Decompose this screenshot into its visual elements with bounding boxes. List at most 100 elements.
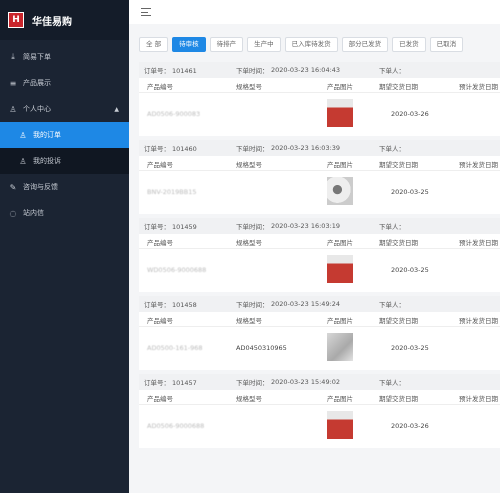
tab-in-production[interactable]: 生产中 (247, 37, 281, 52)
order-no-label: 订单号： (144, 379, 170, 387)
delivery-date: 2020-03-26 (391, 110, 429, 118)
delivery-date: 2020-03-25 (391, 188, 429, 196)
main-content: 全 部 待审核 待排产 生产中 已入库待发货 部分已发货 已发货 已取消 订单号… (129, 0, 500, 493)
order-header: 订单号： 101461 下单时间： 2020-03-23 16:04:43 下单人… (139, 62, 500, 78)
product-code: AD0500-161-968 (147, 344, 203, 352)
col-ship: 预计发货日期 (459, 239, 498, 247)
sidebar-item-personal-center[interactable]: ♙ 个人中心 ▲ (0, 96, 129, 122)
order-time: 2020-03-23 16:03:19 (271, 222, 341, 230)
sidebar-item-label: 产品展示 (23, 79, 51, 87)
col-ship: 预计发货日期 (459, 161, 498, 169)
hamburger-icon[interactable] (141, 8, 151, 16)
order-no-label: 订单号： (144, 301, 170, 309)
col-ship: 预计发货日期 (459, 317, 498, 325)
orderer-label: 下单人： (379, 67, 405, 75)
order-number: 101457 (172, 379, 197, 387)
tab-stocked-awaiting-shipment[interactable]: 已入库待发货 (284, 37, 338, 52)
order-header: 订单号： 101459 下单时间： 2020-03-23 16:03:19 下单人… (139, 218, 500, 234)
orderer-label: 下单人： (379, 145, 405, 153)
table-row[interactable]: AD0506-9000688 2020-03-26 (139, 404, 500, 449)
product-image (327, 411, 353, 439)
user-icon: ♙ (19, 156, 27, 166)
product-code: WD0506-9000688 (147, 266, 207, 274)
col-delivery: 期望交货日期 (379, 317, 418, 325)
product-image (327, 177, 353, 205)
col-image: 产品图片 (327, 83, 353, 91)
sidebar-item-quick-order[interactable]: ⤓ 简易下单 (0, 44, 129, 70)
order-card: 订单号： 101458 下单时间： 2020-03-23 15:49:24 下单人… (139, 296, 500, 370)
column-headers: 产品编号 规格型号 产品图片 期望交货日期 预计发货日期 (139, 234, 500, 248)
order-time: 2020-03-23 15:49:24 (271, 300, 341, 308)
sidebar-item-my-orders[interactable]: ♙ 我的订单 (0, 122, 129, 148)
col-spec: 规格型号 (236, 161, 262, 169)
table-row[interactable]: AD0500-161-968 AD0450310965 2020-03-25 (139, 326, 500, 371)
col-ship: 预计发货日期 (459, 395, 498, 403)
col-spec: 规格型号 (236, 83, 262, 91)
order-header: 订单号： 101458 下单时间： 2020-03-23 15:49:24 下单人… (139, 296, 500, 312)
delivery-date: 2020-03-25 (391, 344, 429, 352)
tab-cancelled[interactable]: 已取消 (429, 37, 464, 52)
table-row[interactable]: BNV-2019BB15 2020-03-25 (139, 170, 500, 215)
col-image: 产品图片 (327, 317, 353, 325)
product-code: BNV-2019BB15 (147, 188, 197, 196)
table-row[interactable]: WD0506-9000688 2020-03-25 (139, 248, 500, 293)
sidebar-item-my-complaints[interactable]: ♙ 我的投诉 (0, 148, 129, 174)
tab-pending-review[interactable]: 待审核 (172, 37, 206, 52)
user-icon: ♙ (19, 130, 27, 140)
sidebar-item-products[interactable]: ≡ 产品展示 (0, 70, 129, 96)
sidebar-item-label: 我的投诉 (33, 157, 61, 165)
order-time-label: 下单时间： (236, 145, 269, 153)
tab-all[interactable]: 全 部 (139, 37, 169, 52)
col-code: 产品编号 (147, 317, 173, 325)
column-headers: 产品编号 规格型号 产品图片 期望交货日期 预计发货日期 (139, 390, 500, 404)
app: H 华佳易购 ⤓ 简易下单 ≡ 产品展示 ♙ 个人中心 ▲ ♙ 我的订单 ♙ 我… (0, 0, 500, 493)
order-time: 2020-03-23 16:03:39 (271, 144, 341, 152)
order-time-label: 下单时间： (236, 67, 269, 75)
order-number: 101459 (172, 223, 197, 231)
col-spec: 规格型号 (236, 395, 262, 403)
user-icon: ♙ (9, 104, 17, 114)
sidebar: H 华佳易购 ⤓ 简易下单 ≡ 产品展示 ♙ 个人中心 ▲ ♙ 我的订单 ♙ 我… (0, 0, 129, 493)
table-row[interactable]: AD0506-900083 2020-03-26 (139, 92, 500, 137)
orderer-label: 下单人： (379, 223, 405, 231)
col-code: 产品编号 (147, 239, 173, 247)
product-image (327, 333, 353, 361)
sidebar-item-label: 我的订单 (33, 131, 61, 139)
order-card: 订单号： 101460 下单时间： 2020-03-23 16:03:39 下单人… (139, 140, 500, 214)
chevron-up-icon: ▲ (114, 105, 119, 113)
col-delivery: 期望交货日期 (379, 395, 418, 403)
order-no-label: 订单号： (144, 145, 170, 153)
order-number: 101461 (172, 67, 197, 75)
brand: H 华佳易购 (0, 0, 129, 40)
order-header: 订单号： 101460 下单时间： 2020-03-23 16:03:39 下单人… (139, 140, 500, 156)
order-number: 101458 (172, 301, 197, 309)
order-time: 2020-03-23 16:04:43 (271, 66, 341, 74)
order-card: 订单号： 101459 下单时间： 2020-03-23 16:03:19 下单人… (139, 218, 500, 292)
logo: H (8, 12, 24, 28)
delivery-date: 2020-03-26 (391, 422, 429, 430)
menu-icon: ≡ (9, 78, 17, 88)
tab-pending-schedule[interactable]: 待排产 (209, 37, 244, 52)
sidebar-item-label: 咨询与反馈 (23, 183, 58, 191)
col-spec: 规格型号 (236, 317, 262, 325)
top-bar (129, 0, 500, 24)
col-delivery: 期望交货日期 (379, 239, 418, 247)
tab-shipped[interactable]: 已发货 (392, 37, 426, 52)
order-time-label: 下单时间： (236, 301, 269, 309)
column-headers: 产品编号 规格型号 产品图片 期望交货日期 预计发货日期 (139, 78, 500, 92)
order-time: 2020-03-23 15:49:02 (271, 378, 341, 386)
order-number: 101460 (172, 145, 197, 153)
sidebar-item-feedback[interactable]: ✎ 咨询与反馈 (0, 174, 129, 200)
order-time-label: 下单时间： (236, 223, 269, 231)
col-delivery: 期望交货日期 (379, 83, 418, 91)
order-no-label: 订单号： (144, 223, 170, 231)
tab-partially-shipped[interactable]: 部分已发货 (341, 37, 389, 52)
order-card: 订单号： 101457 下单时间： 2020-03-23 15:49:02 下单人… (139, 374, 500, 448)
column-headers: 产品编号 规格型号 产品图片 期望交货日期 预计发货日期 (139, 312, 500, 326)
col-code: 产品编号 (147, 161, 173, 169)
product-spec: AD0450310965 (236, 344, 287, 352)
status-tabs: 全 部 待审核 待排产 生产中 已入库待发货 部分已发货 已发货 已取消 (139, 37, 464, 52)
message-icon: ◌ (9, 208, 17, 218)
column-headers: 产品编号 规格型号 产品图片 期望交货日期 预计发货日期 (139, 156, 500, 170)
sidebar-item-messages[interactable]: ◌ 站内信 (0, 200, 129, 226)
